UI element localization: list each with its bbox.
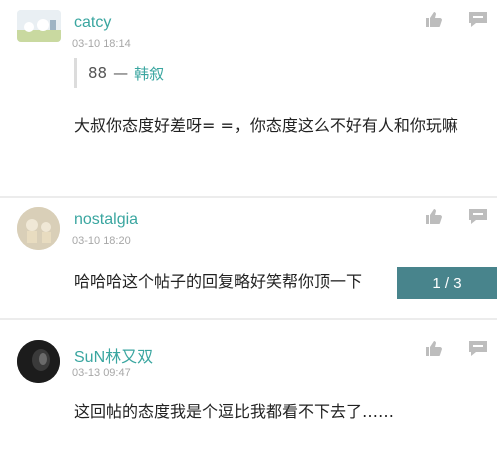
comment-item: SuN林又双 03-13 09:47 这回帖的态度我是个逗比我都看不下去了…… — [0, 320, 497, 451]
username[interactable]: catcy — [74, 14, 111, 32]
timestamp: 03-10 18:14 — [72, 38, 131, 50]
quote-floor-number: 88 — [88, 64, 108, 82]
page-indicator[interactable]: 1 / 3 — [397, 267, 497, 299]
avatar[interactable] — [17, 207, 60, 250]
username[interactable]: SuN林又双 — [74, 343, 153, 367]
quote-author[interactable]: 韩叙 — [134, 63, 164, 84]
username[interactable]: nostalgia — [74, 211, 138, 229]
thumbs-up-icon[interactable] — [423, 10, 445, 28]
action-icons — [423, 10, 489, 28]
reply-icon[interactable] — [467, 339, 489, 357]
quote-block: 88 — 韩叙 — [74, 58, 164, 88]
avatar[interactable] — [17, 10, 61, 42]
timestamp: 03-10 18:20 — [72, 235, 131, 247]
thumbs-up-icon[interactable] — [423, 207, 445, 225]
reply-icon[interactable] — [467, 207, 489, 225]
action-icons — [423, 339, 489, 357]
timestamp: 03-13 09:47 — [72, 367, 131, 379]
reply-icon[interactable] — [467, 10, 489, 28]
comment-text: 这回帖的态度我是个逗比我都看不下去了…… — [74, 402, 395, 421]
comment-item: catcy 03-10 18:14 88 — 韩叙 大叔你态度好差呀= =，你态… — [0, 0, 497, 197]
comment-text: 大叔你态度好差呀= =，你态度这么不好有人和你玩嘛 — [74, 116, 458, 135]
avatar[interactable] — [17, 340, 60, 383]
thumbs-up-icon[interactable] — [423, 339, 445, 357]
quote-dash: — — [113, 64, 129, 82]
action-icons — [423, 207, 489, 225]
comment-item: nostalgia 03-10 18:20 哈哈哈这个帖子的回复略好笑帮你顶一下 — [0, 197, 497, 319]
